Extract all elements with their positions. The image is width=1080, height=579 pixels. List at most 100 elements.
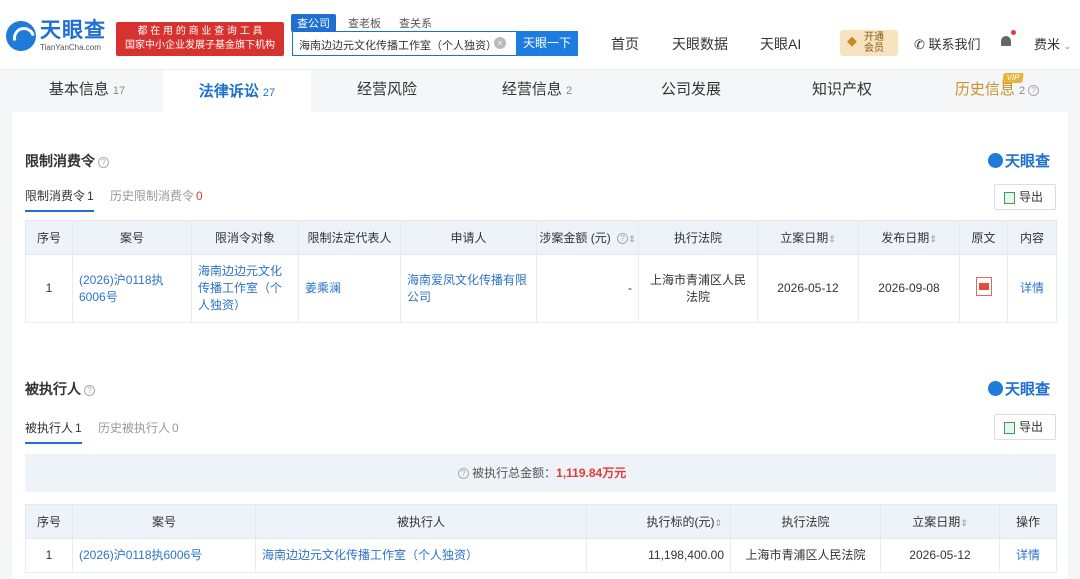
subtab-label: 被执行人 <box>25 421 74 435</box>
table-row: 1 (2026)沪0118执6006号 海南边边元文化传播工作室（个人独资） 1… <box>25 538 1057 573</box>
col-header-label: 执行标的(元) <box>646 515 715 529</box>
notification-dot <box>1011 30 1016 35</box>
slogan-line-2: 国家中小企业发展子基金旗下机构 <box>125 40 275 51</box>
vip-tag: VIP <box>1002 73 1024 83</box>
tab-label: 经营风险 <box>356 81 417 98</box>
cell-filing-date: 2026-05-12 <box>757 254 859 323</box>
tab-label: 经营信息 <box>501 81 562 98</box>
cell-action-link[interactable]: 详情 <box>999 538 1057 573</box>
sort-icon: ⇕ <box>929 234 937 244</box>
cell-no: 1 <box>25 538 73 573</box>
brand-logo-icon <box>988 381 1003 396</box>
subtab-executed[interactable]: 被执行人 1 <box>25 419 82 444</box>
vip-open-button[interactable]: 开通 会员 <box>840 30 898 56</box>
tab-basic-info[interactable]: 基本信息 17 <box>32 70 142 112</box>
contact-link[interactable]: ✆ 联系我们 <box>914 34 981 53</box>
brand-text: 天眼查 <box>1005 153 1051 170</box>
brand-watermark: 天眼查 <box>988 378 1050 399</box>
cell-applicant[interactable]: 海南爱凤文化传播有限公司 <box>400 254 537 323</box>
table-header-row: 序号 案号 被执行人 执行标的(元)⇕ 执行法院 立案日期⇕ 操作 <box>25 504 1057 539</box>
pdf-icon[interactable] <box>975 276 992 296</box>
contact-label: 联系我们 <box>928 37 981 52</box>
logo-text: 天眼查 <box>40 19 106 42</box>
tab-risk[interactable]: 经营风险 <box>327 70 447 112</box>
nav-home[interactable]: 首页 <box>611 34 639 54</box>
sort-icon: ⇕ <box>828 234 836 244</box>
tab-label: 基本信息 <box>48 81 109 98</box>
bell-icon[interactable] <box>999 34 1013 50</box>
col-header-amount[interactable]: 涉案金额 (元) ? ⇕ <box>536 220 639 255</box>
export-button[interactable]: 导出 <box>994 414 1056 440</box>
export-button[interactable]: 导出 <box>994 184 1056 210</box>
cell-detail-link[interactable]: 详情 <box>1007 254 1057 323</box>
cell-filing-date: 2026-05-12 <box>880 538 1000 573</box>
tab-label: 知识产权 <box>811 81 872 98</box>
search-button[interactable]: 天眼一下 <box>516 31 578 56</box>
tab-label: 公司发展 <box>660 81 721 98</box>
section-title-text: 限制消费令 <box>25 153 95 169</box>
subtab-restrict[interactable]: 限制消费令 1 <box>25 187 94 212</box>
vip-label-1: 开通 <box>864 32 884 43</box>
subtab-label: 历史限制消费令 <box>110 189 195 203</box>
table-header-row: 序号 案号 限消令对象 限制法定代表人 申请人 涉案金额 (元) ? ⇕ 执行法院… <box>25 220 1057 255</box>
phone-icon: ✆ <box>914 37 925 52</box>
col-header: 案号 <box>72 220 192 255</box>
tab-count: 17 <box>112 85 126 97</box>
col-header: 序号 <box>25 220 73 255</box>
col-header: 申请人 <box>400 220 537 255</box>
search-tab-company[interactable]: 查公司 <box>291 14 336 32</box>
nav-data[interactable]: 天眼数据 <box>672 34 728 54</box>
search-input[interactable]: 海南边边元文化传播工作室（个人独资） <box>292 31 517 56</box>
help-icon[interactable]: ? <box>98 157 109 168</box>
search-type-tabs: 查公司 查老板 查关系 <box>291 14 438 32</box>
chevron-down-icon: ⌄ <box>1063 41 1072 51</box>
cell-name[interactable]: 海南边边元文化传播工作室（个人独资） <box>255 538 587 573</box>
cell-case-no[interactable]: (2026)沪0118执6006号 <box>72 538 256 573</box>
brand-logo-icon <box>988 153 1003 168</box>
summary-label: 被执行总金额： <box>472 466 557 480</box>
tab-development[interactable]: 公司发展 <box>631 70 751 112</box>
clear-icon[interactable]: × <box>494 37 506 49</box>
help-icon: ? <box>1028 85 1040 96</box>
restrict-table: 序号 案号 限消令对象 限制法定代表人 申请人 涉案金额 (元) ? ⇕ 执行法院… <box>25 220 1057 323</box>
cell-target[interactable]: 海南边边元文化传播工作室（个人独资） <box>191 254 299 323</box>
subtab-restrict-history[interactable]: 历史限制消费令 0 <box>110 187 203 204</box>
executed-table: 序号 案号 被执行人 执行标的(元)⇕ 执行法院 立案日期⇕ 操作 1 (202… <box>25 504 1057 573</box>
cell-case-no[interactable]: (2026)沪0118执6006号 <box>72 254 192 323</box>
sort-icon: ⇕ <box>628 234 636 244</box>
tab-history[interactable]: 历史信息 2? <box>942 70 1052 112</box>
cell-publish-date: 2026-09-08 <box>858 254 960 323</box>
tab-label: 法律诉讼 <box>198 83 259 100</box>
cell-original[interactable] <box>959 254 1008 323</box>
logo[interactable]: 天眼查 TianYanCha.com <box>6 14 106 58</box>
col-header: 被执行人 <box>255 504 587 539</box>
col-header: 内容 <box>1007 220 1057 255</box>
sort-icon: ⇕ <box>960 518 968 528</box>
sort-icon: ⇕ <box>714 518 722 528</box>
search-tab-boss[interactable]: 查老板 <box>342 14 387 32</box>
col-header-amount[interactable]: 执行标的(元)⇕ <box>586 504 731 539</box>
subtab-count: 1 <box>87 189 94 203</box>
nav-ai[interactable]: 天眼AI <box>760 34 801 54</box>
search-tab-relation[interactable]: 查关系 <box>393 14 438 32</box>
col-header-filing-date[interactable]: 立案日期⇕ <box>757 220 859 255</box>
executed-summary: ? 被执行总金额：1,119.84万元 <box>25 454 1056 492</box>
tab-business-info[interactable]: 经营信息 2 <box>477 70 597 112</box>
tab-count: 2 <box>1018 85 1026 97</box>
user-menu[interactable]: 费米 ⌄ <box>1034 34 1071 53</box>
tab-legal[interactable]: 法律诉讼 27 <box>163 70 311 112</box>
col-header-publish-date[interactable]: 发布日期⇕ <box>858 220 960 255</box>
col-header: 操作 <box>999 504 1057 539</box>
main-panel: 限制消费令? 天眼查 限制消费令 1 历史限制消费令 0 导出 序号 案号 限消令对… <box>12 112 1068 579</box>
subtab-executed-history[interactable]: 历史被执行人 0 <box>98 419 179 436</box>
col-header: 执行法院 <box>638 220 758 255</box>
cell-legal-rep[interactable]: 姜乘澜 <box>298 254 401 323</box>
cell-amount: - <box>536 254 639 323</box>
vip-label-2: 会员 <box>864 43 884 54</box>
cell-court: 上海市青浦区人民法院 <box>730 538 881 573</box>
tab-ip[interactable]: 知识产权 <box>782 70 902 112</box>
logo-domain: TianYanCha.com <box>40 43 101 52</box>
col-header: 执行法院 <box>730 504 881 539</box>
help-icon[interactable]: ? <box>84 385 95 396</box>
col-header-filing-date[interactable]: 立案日期⇕ <box>880 504 1000 539</box>
